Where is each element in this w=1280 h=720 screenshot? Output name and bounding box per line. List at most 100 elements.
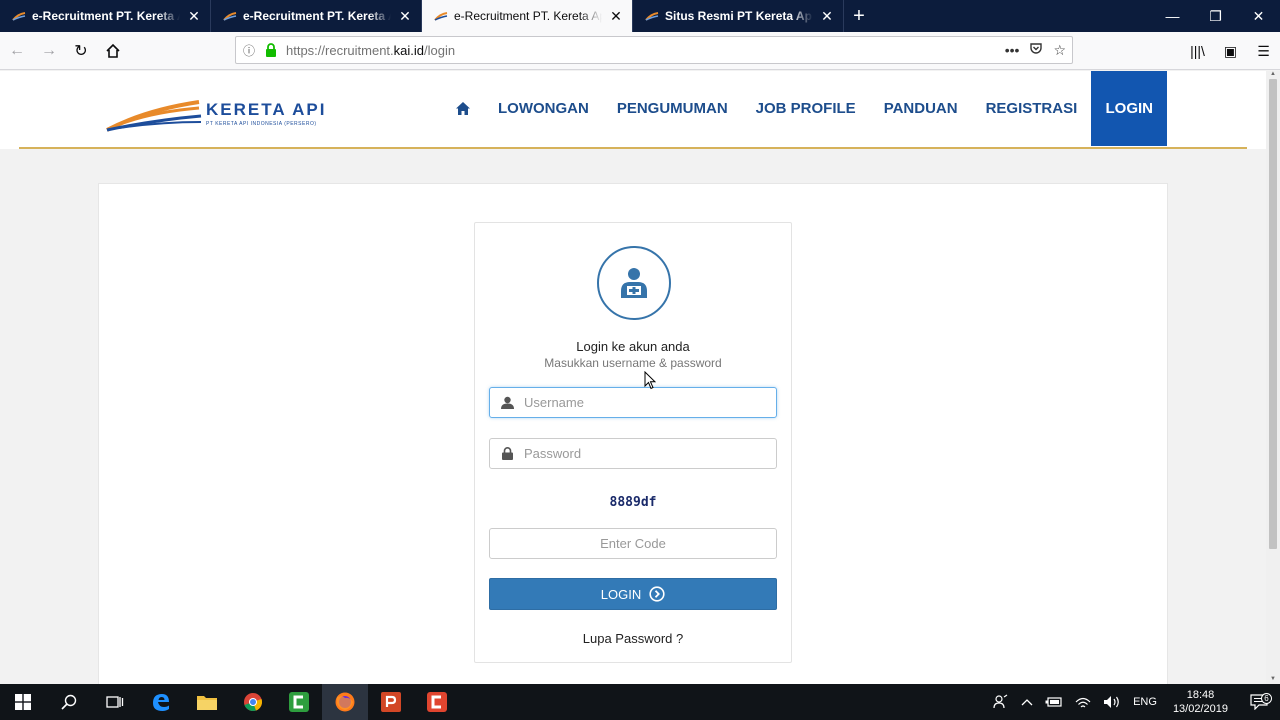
tab-title: e-Recruitment PT. Kereta Api Indonesia: [454, 9, 602, 23]
people-icon[interactable]: [987, 694, 1015, 710]
close-tab-icon[interactable]: ✕: [819, 8, 835, 24]
clock-date: 13/02/2019: [1172, 703, 1228, 715]
browser-tab-1[interactable]: e-Recruitment PT. Kereta Api Indonesia ✕: [0, 0, 211, 32]
site-main-menu: LOWONGAN PENGUMUMAN JOB PROFILE PANDUAN …: [446, 71, 1168, 146]
username-input[interactable]: [524, 388, 776, 417]
notification-center-icon[interactable]: 6: [1238, 693, 1280, 710]
pocket-icon[interactable]: [1029, 42, 1043, 59]
chrome-browser-icon[interactable]: [230, 684, 276, 720]
tab-title: Situs Resmi PT Kereta Api Indonesia: [665, 9, 813, 23]
kereta-api-logo-icon: [106, 100, 202, 132]
url-domain: kai.id: [393, 42, 425, 58]
scroll-down-arrow-icon[interactable]: ▼: [1266, 676, 1280, 684]
close-tab-icon[interactable]: ✕: [397, 8, 413, 24]
url-prefix: https://recruitment.: [286, 42, 394, 58]
kai-favicon-icon: [645, 12, 659, 21]
header-divider: [19, 147, 1247, 149]
page-scrollbar[interactable]: ▲ ▼: [1266, 71, 1280, 684]
battery-icon[interactable]: [1039, 696, 1069, 708]
user-icon: [490, 396, 524, 409]
kai-favicon-icon: [12, 12, 26, 21]
new-tab-button[interactable]: +: [844, 0, 874, 32]
browser-tab-4[interactable]: Situs Resmi PT Kereta Api Indonesia ✕: [633, 0, 844, 32]
login-button-label: LOGIN: [600, 586, 642, 602]
mouse-cursor-icon: [644, 371, 656, 390]
browser-navbar: ← → ↻ ⓘ https://recruitment.kai.id/login…: [0, 32, 1280, 70]
login-title: Login ke akun anda: [576, 339, 690, 354]
scroll-up-arrow-icon[interactable]: ▲: [1266, 71, 1280, 79]
kai-favicon-icon: [434, 12, 448, 21]
chevron-up-icon[interactable]: [1015, 698, 1039, 706]
user-avatar-icon: [597, 246, 671, 320]
kai-favicon-icon: [223, 12, 237, 21]
login-card: Login ke akun anda Masukkan username & p…: [474, 222, 792, 663]
scrollbar-thumb[interactable]: [1269, 79, 1277, 549]
more-actions-icon[interactable]: •••: [1005, 42, 1020, 59]
logo-brand-text: KERETA API: [206, 100, 327, 119]
window-controls: — ❐ ✕: [1151, 0, 1280, 32]
volume-icon[interactable]: [1097, 695, 1127, 709]
reload-icon[interactable]: ↻: [66, 36, 96, 66]
camtasia-red-app-icon[interactable]: [414, 684, 460, 720]
tab-title: e-Recruitment PT. Kereta Api Indonesia: [32, 9, 180, 23]
close-tab-icon[interactable]: ✕: [186, 8, 202, 24]
minimize-icon[interactable]: —: [1151, 0, 1194, 32]
password-field[interactable]: [489, 438, 777, 469]
url-text: https://recruitment.kai.id/login: [286, 43, 1005, 58]
password-input[interactable]: [524, 439, 776, 468]
forgot-password-link[interactable]: Lupa Password ?: [475, 631, 791, 646]
wifi-icon[interactable]: [1069, 695, 1097, 709]
sidebar-icon[interactable]: ▣: [1214, 43, 1247, 60]
lock-icon[interactable]: [262, 43, 280, 57]
taskbar-clock[interactable]: 18:48 13/02/2019: [1163, 688, 1238, 716]
edge-browser-icon[interactable]: [138, 684, 184, 720]
file-explorer-icon[interactable]: [184, 684, 230, 720]
lock-icon: [490, 447, 524, 460]
kereta-api-logo[interactable]: KERETA API PT KERETA API INDONESIA (PERS…: [105, 94, 335, 134]
menu-item-registrasi[interactable]: REGISTRASI: [972, 71, 1092, 146]
powerpoint-icon[interactable]: [368, 684, 414, 720]
camtasia-green-app-icon[interactable]: [276, 684, 322, 720]
browser-tab-3-active[interactable]: e-Recruitment PT. Kereta Api Indonesia ✕: [422, 0, 633, 32]
menu-home-icon[interactable]: [446, 71, 484, 146]
search-icon[interactable]: [46, 684, 92, 720]
menu-item-job-profile[interactable]: JOB PROFILE: [742, 71, 870, 146]
menu-item-lowongan[interactable]: LOWONGAN: [484, 71, 603, 146]
system-tray: ENG 18:48 13/02/2019 6: [987, 684, 1280, 720]
info-circle-icon[interactable]: ⓘ: [236, 42, 262, 59]
forward-arrow-icon[interactable]: →: [34, 36, 64, 66]
username-field[interactable]: [489, 387, 777, 418]
browser-tab-2[interactable]: e-Recruitment PT. Kereta Api Indonesia ✕: [211, 0, 422, 32]
windows-start-icon[interactable]: [0, 684, 46, 720]
language-indicator[interactable]: ENG: [1127, 696, 1163, 708]
task-view-icon[interactable]: [92, 684, 138, 720]
toolbar-right: |||\ ▣ ☰: [1181, 32, 1280, 70]
close-window-icon[interactable]: ✕: [1237, 0, 1280, 32]
address-bar-actions: ••• ☆: [1005, 42, 1066, 59]
library-icon[interactable]: |||\: [1181, 43, 1214, 59]
captcha-code-input[interactable]: [490, 529, 776, 558]
url-path: /login: [424, 42, 456, 58]
windows-taskbar: ENG 18:48 13/02/2019 6: [0, 684, 1280, 720]
clock-time: 18:48: [1186, 689, 1215, 701]
captcha-text: 8889df: [609, 495, 657, 510]
browser-tab-strip: e-Recruitment PT. Kereta Api Indonesia ✕…: [0, 0, 1280, 32]
home-icon[interactable]: [98, 36, 128, 66]
bookmark-star-icon[interactable]: ☆: [1053, 42, 1066, 59]
restore-icon[interactable]: ❐: [1194, 0, 1237, 32]
menu-item-login[interactable]: LOGIN: [1091, 71, 1168, 146]
login-button[interactable]: LOGIN: [489, 578, 777, 610]
firefox-browser-icon[interactable]: [322, 684, 368, 720]
menu-item-panduan[interactable]: PANDUAN: [870, 71, 972, 146]
address-bar[interactable]: ⓘ https://recruitment.kai.id/login ••• ☆: [235, 36, 1073, 64]
login-subtitle: Masukkan username & password: [544, 356, 722, 370]
menu-item-pengumuman[interactable]: PENGUMUMAN: [603, 71, 742, 146]
close-tab-icon[interactable]: ✕: [608, 8, 624, 24]
logo-subtitle: PT KERETA API INDONESIA (PERSERO): [206, 121, 317, 127]
back-arrow-icon[interactable]: ←: [2, 36, 32, 66]
chevron-circle-right-icon: [649, 586, 665, 602]
notification-count-badge: 6: [1261, 693, 1272, 704]
captcha-code-field[interactable]: [489, 528, 777, 559]
tab-title: e-Recruitment PT. Kereta Api Indonesia: [243, 9, 391, 23]
hamburger-menu-icon[interactable]: ☰: [1247, 43, 1280, 60]
